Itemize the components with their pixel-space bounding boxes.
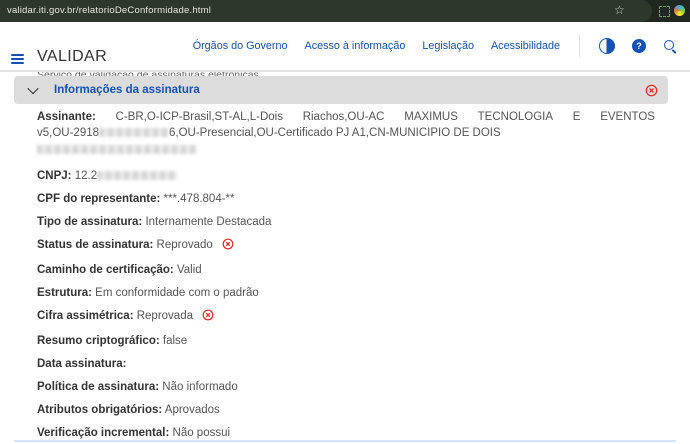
- field-value: false: [163, 335, 187, 347]
- search-icon[interactable]: [663, 39, 678, 54]
- politica-assinatura-row: Política de assinatura: Não informado: [37, 380, 655, 395]
- resumo-criptografico-row: Resumo criptográfico: false: [37, 334, 655, 349]
- cnpj-row: CNPJ: 12.2: [37, 169, 655, 184]
- url-bar[interactable]: validar.iti.gov.br/relatorioDeConformida…: [0, 0, 652, 22]
- field-value: Reprovada: [137, 310, 193, 322]
- section-title: Informações da assinatura: [54, 84, 200, 96]
- nav-link-orgaos[interactable]: Órgãos do Governo: [193, 40, 288, 52]
- field-value: TECNOLOGIA: [478, 109, 553, 125]
- redacted-blur: [97, 171, 177, 180]
- assinante-row-line2: v5,OU-2918 6,OU-Presencial,OU-Certificado…: [37, 125, 655, 159]
- url-text[interactable]: validar.iti.gov.br/relatorioDeConformida…: [7, 5, 211, 16]
- field-value: ***.478.804-**: [164, 193, 235, 205]
- site-header: VALIDAR Serviço de validação de assinatu…: [0, 22, 690, 70]
- field-label: Atributos obrigatórios:: [37, 404, 162, 416]
- field-value: C-BR,O-ICP-Brasil,ST-AL,L-Dois: [116, 109, 283, 125]
- tipo-assinatura-row: Tipo de assinatura: Internamente Destaca…: [37, 215, 655, 230]
- redacted-blur: [99, 128, 169, 137]
- status-assinatura-row: Status de assinatura: Reprovado: [37, 238, 655, 255]
- page: validar.iti.gov.br/relatorioDeConformida…: [0, 0, 690, 444]
- field-value: 12.2: [75, 170, 97, 182]
- error-status-icon: [222, 238, 234, 255]
- site-title: VALIDAR: [37, 48, 107, 66]
- field-label: Verificação incremental:: [37, 427, 169, 439]
- field-label: Política de assinatura:: [37, 381, 159, 393]
- field-label: Tipo de assinatura:: [37, 216, 142, 228]
- cpf-row: CPF do representante: ***.478.804-**: [37, 192, 655, 207]
- menu-icon[interactable]: [11, 54, 24, 64]
- nav-link-acesso[interactable]: Acesso à informação: [305, 40, 406, 52]
- field-value: v5,OU-2918: [37, 127, 99, 139]
- field-value: Aprovados: [165, 404, 220, 416]
- field-value: 6,OU-Presencial,OU-Certificado PJ A1,CN-…: [169, 127, 501, 139]
- header-divider: [0, 70, 690, 72]
- capture-extension-icon[interactable]: [659, 6, 670, 17]
- atributos-obrigatorios-row: Atributos obrigatórios: Aprovados: [37, 403, 655, 418]
- field-label: Resumo criptográfico:: [37, 335, 160, 347]
- field-value: Não possui: [173, 427, 231, 439]
- field-value: Em conformidade com o padrão: [95, 287, 259, 299]
- bookmark-star-icon[interactable]: ☆: [614, 3, 625, 17]
- chevron-down-icon: [27, 83, 38, 94]
- nav-separator: [579, 35, 580, 57]
- report-content: Assinante: C-BR,O-ICP-Brasil,ST-AL,L-Doi…: [37, 109, 655, 444]
- nav-link-acessibilidade[interactable]: Acessibilidade: [491, 40, 560, 52]
- error-status-icon: [202, 309, 214, 326]
- contrast-icon[interactable]: [599, 38, 615, 54]
- nav-link-legislacao[interactable]: Legislação: [422, 40, 474, 52]
- estrutura-row: Estrutura: Em conformidade com o padrão: [37, 286, 655, 301]
- caminho-certificacao-row: Caminho de certificação: Valid: [37, 263, 655, 278]
- field-label: CPF do representante:: [37, 193, 160, 205]
- field-label: Caminho de certificação:: [37, 264, 174, 276]
- field-label: Status de assinatura:: [37, 239, 153, 251]
- field-value: Riachos,OU-AC: [303, 109, 385, 125]
- field-value: Valid: [177, 264, 202, 276]
- browser-top-bar: validar.iti.gov.br/relatorioDeConformida…: [0, 0, 690, 22]
- download-manager-extension-icon[interactable]: [674, 5, 685, 16]
- redacted-blur: [37, 145, 197, 154]
- verificacao-incremental-row: Verificação incremental: Não possui: [37, 426, 655, 441]
- field-value: EVENTOS: [600, 109, 655, 125]
- bottom-divider: [14, 440, 676, 442]
- field-label: Estrutura:: [37, 287, 92, 299]
- field-value: Reprovado: [157, 239, 213, 251]
- field-value: Internamente Destacada: [145, 216, 271, 228]
- assinante-row: Assinante: C-BR,O-ICP-Brasil,ST-AL,L-Doi…: [37, 109, 655, 125]
- field-label: Cifra assimétrica:: [37, 310, 134, 322]
- error-status-icon: [645, 84, 658, 102]
- data-assinatura-row: Data assinatura:: [37, 357, 655, 372]
- field-label: Data assinatura:: [37, 358, 126, 370]
- section-informacoes-assinatura[interactable]: Informações da assinatura: [14, 76, 668, 104]
- field-value: MAXIMUS: [404, 109, 458, 125]
- field-label: CNPJ:: [37, 170, 72, 182]
- help-icon[interactable]: ?: [632, 39, 646, 53]
- field-value: Não informado: [162, 381, 237, 393]
- header-nav: Órgãos do Governo Acesso à informação Le…: [193, 22, 678, 70]
- field-value: E: [573, 109, 581, 125]
- cifra-assimetrica-row: Cifra assimétrica: Reprovada: [37, 309, 655, 326]
- field-label: Assinante:: [37, 109, 96, 125]
